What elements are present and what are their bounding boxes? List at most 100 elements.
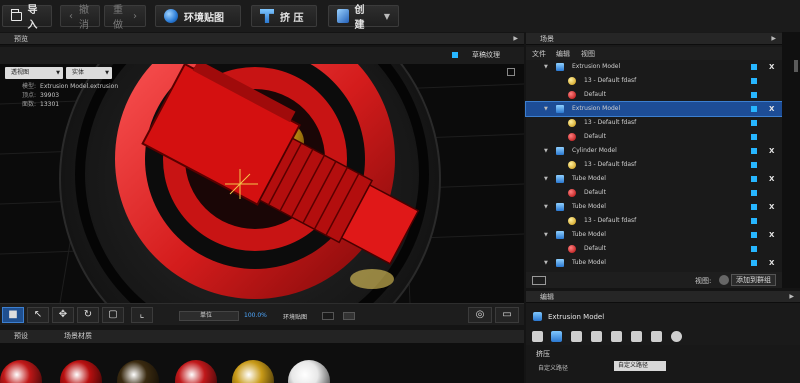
- env-map-toggle[interactable]: [322, 312, 334, 320]
- scene-model-row[interactable]: ▼ Extrusion Model X: [525, 101, 783, 117]
- visibility-toggle[interactable]: [751, 106, 757, 112]
- visibility-toggle[interactable]: [751, 246, 757, 252]
- red-material-icon: [568, 91, 576, 99]
- texture-icon[interactable]: [611, 331, 622, 342]
- render-mode-dropdown[interactable]: 实体: [66, 67, 112, 79]
- camera-tool-button[interactable]: ■: [2, 307, 24, 323]
- screen-button[interactable]: ▭: [495, 307, 519, 323]
- scene-material-row[interactable]: Default: [526, 88, 782, 102]
- add-to-group-button[interactable]: 添加到群组: [731, 274, 776, 286]
- material-swatch[interactable]: [175, 360, 217, 383]
- expand-chevron-icon[interactable]: ▼: [544, 144, 548, 158]
- expand-chevron-icon[interactable]: ▼: [544, 60, 548, 74]
- cube-icon[interactable]: [631, 331, 642, 342]
- select-tool-button[interactable]: ↖: [27, 307, 49, 323]
- scene-material-row[interactable]: Default: [526, 130, 782, 144]
- maximize-icon[interactable]: [507, 68, 515, 76]
- expand-chevron-icon[interactable]: ▼: [544, 200, 548, 214]
- material-swatch[interactable]: [0, 360, 42, 383]
- extrude-button[interactable]: 挤 压: [251, 5, 317, 27]
- expand-chevron-icon[interactable]: ▼: [544, 102, 548, 116]
- scene-material-row[interactable]: 13 - Default fdasf: [526, 214, 782, 228]
- redo-button[interactable]: 重做 ›: [104, 5, 146, 31]
- material-swatch[interactable]: [232, 360, 274, 383]
- delete-icon[interactable]: X: [769, 102, 774, 116]
- expand-chevron-icon[interactable]: ▼: [544, 172, 548, 186]
- view-mode-dropdown[interactable]: 透视图: [5, 67, 63, 79]
- scene-model-row[interactable]: ▼ Tube Model X: [526, 172, 782, 186]
- snap-tool-button[interactable]: ⌞: [131, 307, 153, 323]
- scene-material-row[interactable]: 13 - Default fdasf: [526, 74, 782, 88]
- delete-icon[interactable]: X: [769, 256, 774, 270]
- scale-tool-button[interactable]: ▢: [102, 307, 124, 323]
- scene-model-row[interactable]: ▼ Cylinder Model X: [526, 144, 782, 158]
- tab-scene-materials[interactable]: 场景材质: [64, 330, 92, 343]
- scene-model-row[interactable]: ▼ Tube Model X: [526, 200, 782, 214]
- visibility-toggle[interactable]: [751, 134, 757, 140]
- grass-texture-checkbox[interactable]: [452, 52, 458, 58]
- layers-icon[interactable]: [532, 331, 543, 342]
- menu-edit[interactable]: 编辑: [556, 49, 570, 59]
- scene-material-row[interactable]: 13 - Default fdasf: [526, 116, 782, 130]
- scene-material-row[interactable]: Default: [526, 242, 782, 256]
- panel-arrow-icon[interactable]: ▶: [789, 291, 794, 303]
- row-label: Tube Model: [572, 231, 606, 238]
- folder-icon[interactable]: [532, 276, 546, 285]
- scene-model-row[interactable]: ▼ Extrusion Model X: [526, 60, 782, 74]
- menu-file[interactable]: 文件: [532, 49, 546, 59]
- scene-model-row[interactable]: ▼ Tube Model X: [526, 228, 782, 242]
- target-button[interactable]: ◎: [468, 307, 492, 323]
- light-icon[interactable]: [591, 331, 602, 342]
- undo-button[interactable]: ‹ 撤消: [60, 5, 100, 31]
- visibility-toggle[interactable]: [751, 218, 757, 224]
- panel-arrow-icon[interactable]: ▶: [513, 33, 518, 45]
- environment-map-button[interactable]: 环境贴图: [155, 5, 241, 27]
- rotate-tool-button[interactable]: ↻: [77, 307, 99, 323]
- expand-chevron-icon[interactable]: ▼: [544, 228, 548, 242]
- delete-icon[interactable]: X: [769, 144, 774, 158]
- expand-chevron-icon[interactable]: ▼: [544, 256, 548, 270]
- visibility-toggle[interactable]: [751, 78, 757, 84]
- tab-presets[interactable]: 预设: [14, 330, 28, 343]
- visibility-toggle[interactable]: [751, 64, 757, 70]
- red-material-icon: [568, 189, 576, 197]
- sphere-view-icon[interactable]: [719, 275, 729, 285]
- material-swatch[interactable]: [60, 360, 102, 383]
- menu-view[interactable]: 视图: [581, 49, 595, 59]
- visibility-toggle[interactable]: [751, 232, 757, 238]
- move-icon[interactable]: [571, 331, 582, 342]
- zoom-level[interactable]: 100.0%: [244, 312, 267, 319]
- move-tool-button[interactable]: ✥: [52, 307, 74, 323]
- panel-arrow-icon[interactable]: ▶: [771, 33, 776, 45]
- model-icon: [556, 147, 564, 155]
- scrollbar-thumb[interactable]: [794, 60, 798, 72]
- extrude-model-icon: [533, 312, 542, 321]
- unit-dropdown[interactable]: 单位: [179, 311, 239, 321]
- visibility-toggle[interactable]: [751, 204, 757, 210]
- scene-material-row[interactable]: 13 - Default fdasf: [526, 158, 782, 172]
- visibility-toggle[interactable]: [751, 148, 757, 154]
- scene-material-row[interactable]: Default: [526, 186, 782, 200]
- delete-icon[interactable]: X: [769, 200, 774, 214]
- create-dropdown[interactable]: 创 建 ▼: [328, 5, 399, 31]
- animation-icon[interactable]: [651, 331, 662, 342]
- stats-vertices-row: 顶点: 39903: [22, 92, 60, 99]
- visibility-toggle[interactable]: [751, 190, 757, 196]
- import-button[interactable]: 导入: [2, 5, 52, 31]
- undo-arrow-icon: ‹: [69, 10, 73, 22]
- material-swatch[interactable]: [288, 360, 330, 383]
- delete-icon[interactable]: X: [769, 228, 774, 242]
- background-toggle[interactable]: [343, 312, 355, 320]
- scene-model-row[interactable]: ▼ Tube Model X: [526, 256, 782, 270]
- visibility-toggle[interactable]: [751, 92, 757, 98]
- visibility-toggle[interactable]: [751, 260, 757, 266]
- custom-path-dropdown[interactable]: 自定义路径: [614, 361, 666, 371]
- gear-icon[interactable]: [671, 331, 682, 342]
- extrude-icon[interactable]: [551, 331, 562, 342]
- delete-icon[interactable]: X: [769, 172, 774, 186]
- material-swatch[interactable]: [117, 360, 159, 383]
- visibility-toggle[interactable]: [751, 120, 757, 126]
- delete-icon[interactable]: X: [769, 60, 774, 74]
- visibility-toggle[interactable]: [751, 162, 757, 168]
- visibility-toggle[interactable]: [751, 176, 757, 182]
